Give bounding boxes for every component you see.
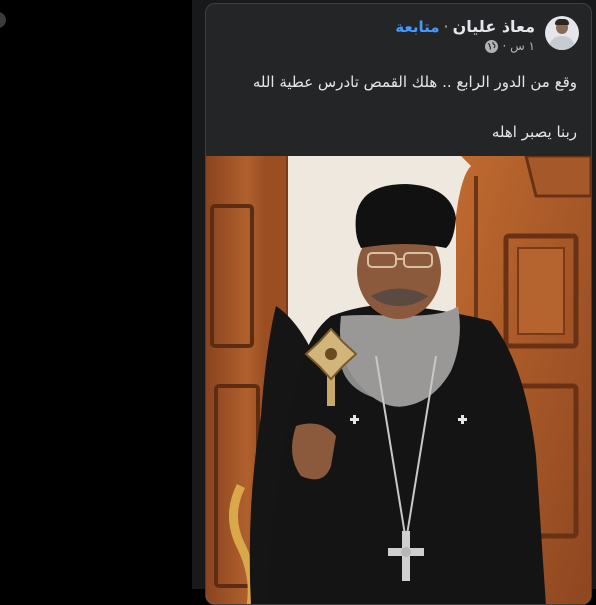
side-button[interactable] <box>0 12 6 28</box>
post-card: معاذ عليان·متابعة ١ س · وقع من الدور الر… <box>205 3 592 605</box>
priest-photo-illustration <box>206 156 591 604</box>
timestamp[interactable]: ١ س · <box>502 39 535 53</box>
author-line: معاذ عليان·متابعة <box>395 17 535 36</box>
post-photo[interactable] <box>206 156 591 604</box>
post-text: وقع من الدور الرابع .. هلك القمص تادرس ع… <box>220 72 577 142</box>
follow-link[interactable]: متابعة <box>395 18 439 36</box>
globe-icon <box>485 39 499 53</box>
post-header: معاذ عليان·متابعة ١ س · <box>218 14 579 54</box>
post-text-line-2: ربنا يصبر اهله <box>491 123 577 141</box>
left-panel <box>0 0 192 589</box>
post-text-line-1: وقع من الدور الرابع .. هلك القمص تادرس ع… <box>252 73 577 91</box>
post-meta: ١ س · <box>485 39 535 53</box>
avatar[interactable] <box>545 16 579 50</box>
author-name[interactable]: معاذ عليان <box>453 17 535 36</box>
separator-dot: · <box>443 17 449 36</box>
